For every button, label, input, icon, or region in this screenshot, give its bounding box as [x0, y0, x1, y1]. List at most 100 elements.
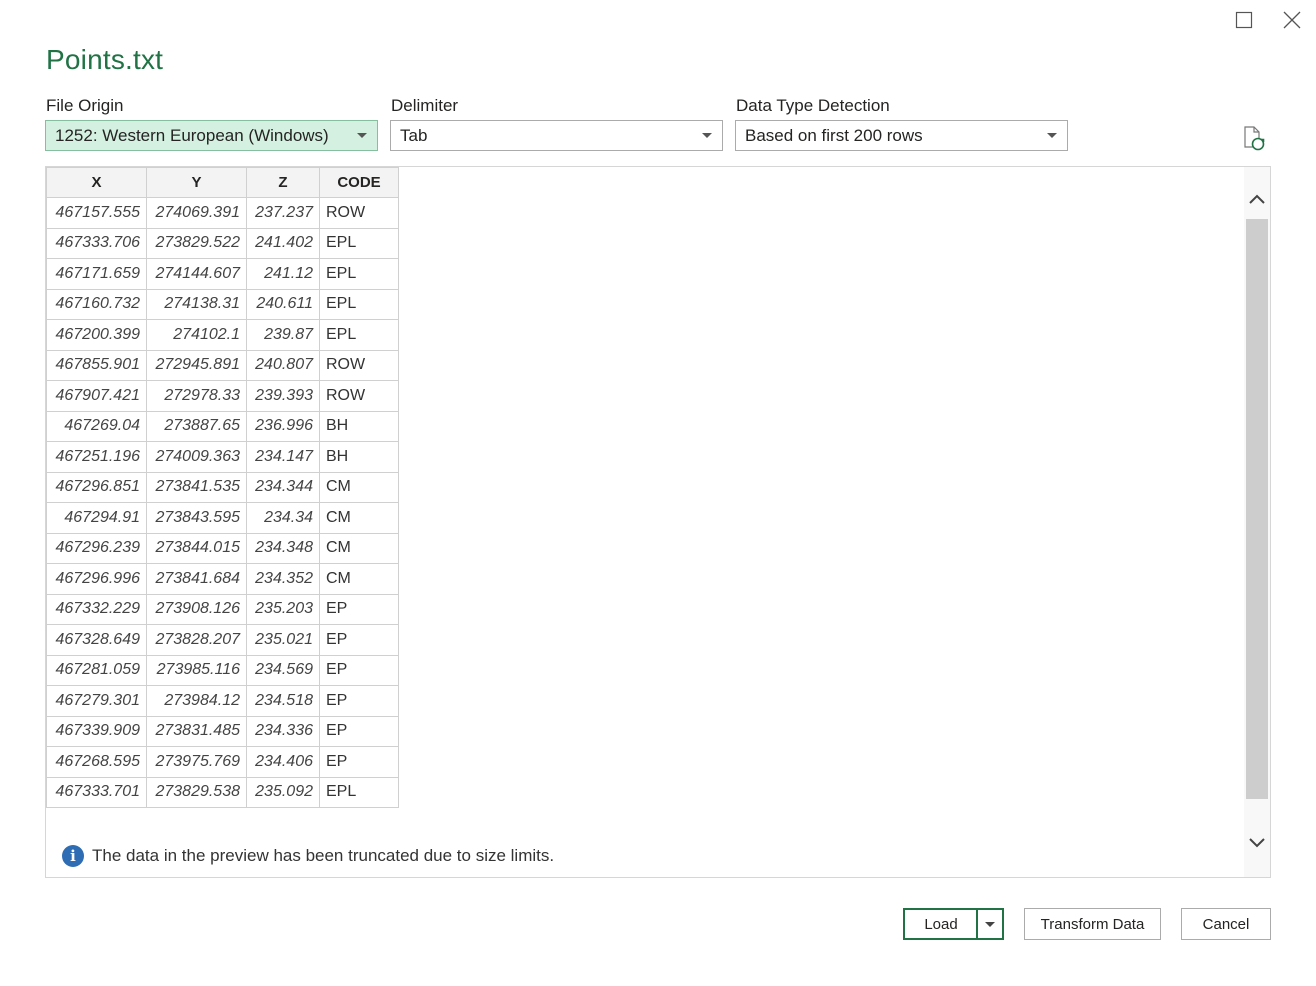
- cell-x: 467251.196: [46, 441, 147, 473]
- cell-y: 273828.207: [146, 624, 247, 656]
- cell-z: 240.611: [246, 288, 320, 320]
- data-type-detection-dropdown[interactable]: Based on first 200 rows: [735, 120, 1068, 151]
- cell-code: EP: [319, 593, 399, 625]
- cell-code: EPL: [319, 776, 399, 808]
- cell-code: CM: [319, 532, 399, 564]
- maximize-icon: [1235, 11, 1253, 29]
- cell-z: 241.12: [246, 258, 320, 290]
- cell-code: ROW: [319, 349, 399, 381]
- cell-x: 467296.239: [46, 532, 147, 564]
- cell-x: 467157.555: [46, 197, 147, 229]
- cell-code: EP: [319, 715, 399, 747]
- chevron-down-icon: [1249, 838, 1265, 848]
- cancel-button[interactable]: Cancel: [1181, 908, 1271, 940]
- table-row: 467200.399 274102.1 239.87 EPL: [46, 319, 399, 351]
- close-button[interactable]: [1276, 6, 1308, 34]
- cell-y: 273841.684: [146, 563, 247, 595]
- cell-x: 467907.421: [46, 380, 147, 412]
- cell-y: 274102.1: [146, 319, 247, 351]
- cell-x: 467296.851: [46, 471, 147, 503]
- column-header-x[interactable]: X: [46, 167, 147, 198]
- cell-y: 272978.33: [146, 380, 247, 412]
- cell-z: 235.021: [246, 624, 320, 656]
- cell-y: 272945.891: [146, 349, 247, 381]
- cell-z: 234.406: [246, 746, 320, 778]
- cell-x: 467333.706: [46, 227, 147, 259]
- table-row: 467171.659 274144.607 241.12 EPL: [46, 258, 399, 290]
- delimiter-label: Delimiter: [391, 96, 459, 115]
- truncation-notice-text: The data in the preview has been truncat…: [92, 846, 555, 865]
- cell-x: 467332.229: [46, 593, 147, 625]
- cell-code: EPL: [319, 288, 399, 320]
- chevron-down-icon: [357, 133, 367, 138]
- cell-y: 273843.595: [146, 502, 247, 534]
- scrollbar-thumb[interactable]: [1246, 219, 1268, 799]
- table-header-row: X Y Z CODE: [46, 167, 399, 198]
- vertical-scrollbar[interactable]: [1244, 167, 1270, 877]
- cell-y: 274138.31: [146, 288, 247, 320]
- delimiter-dropdown[interactable]: Tab: [390, 120, 723, 151]
- cell-code: EPL: [319, 227, 399, 259]
- cell-code: EP: [319, 654, 399, 686]
- cell-z: 234.34: [246, 502, 320, 534]
- cell-code: EP: [319, 746, 399, 778]
- cell-y: 273975.769: [146, 746, 247, 778]
- cell-z: 234.352: [246, 563, 320, 595]
- cell-y: 273887.65: [146, 410, 247, 442]
- cell-y: 273829.538: [146, 776, 247, 808]
- cell-z: 237.237: [246, 197, 320, 229]
- cell-y: 273908.126: [146, 593, 247, 625]
- file-origin-label: File Origin: [46, 96, 124, 115]
- table-row: 467296.239 273844.015 234.348 CM: [46, 532, 399, 564]
- table-row: 467907.421 272978.33 239.393 ROW: [46, 380, 399, 412]
- cell-code: EP: [319, 685, 399, 717]
- load-button[interactable]: Load: [903, 908, 977, 940]
- scroll-down-button[interactable]: [1244, 829, 1270, 857]
- cell-x: 467328.649: [46, 624, 147, 656]
- cell-code: CM: [319, 563, 399, 595]
- cell-z: 234.147: [246, 441, 320, 473]
- cell-z: 236.996: [246, 410, 320, 442]
- cell-y: 273829.522: [146, 227, 247, 259]
- cell-y: 274144.607: [146, 258, 247, 290]
- info-icon: i: [62, 845, 84, 867]
- cell-x: 467339.909: [46, 715, 147, 747]
- transform-data-button[interactable]: Transform Data: [1024, 908, 1161, 940]
- table-row: 467296.851 273841.535 234.344 CM: [46, 471, 399, 503]
- cell-x: 467281.059: [46, 654, 147, 686]
- cell-code: ROW: [319, 380, 399, 412]
- refresh-file-icon: [1244, 126, 1265, 151]
- file-origin-dropdown[interactable]: 1252: Western European (Windows): [45, 120, 378, 151]
- load-button-label: Load: [924, 915, 958, 933]
- cell-y: 273844.015: [146, 532, 247, 564]
- data-preview-panel: X Y Z CODE 467157.555 274069.391 237.237 RO…: [45, 166, 1271, 878]
- cell-code: CM: [319, 471, 399, 503]
- table-row: 467332.229 273908.126 235.203 EP: [46, 593, 399, 625]
- column-header-z[interactable]: Z: [246, 167, 320, 198]
- table-row: 467157.555 274069.391 237.237 ROW: [46, 197, 399, 229]
- cell-y: 273831.485: [146, 715, 247, 747]
- column-header-y[interactable]: Y: [146, 167, 247, 198]
- truncation-notice: i The data in the preview has been trunc…: [62, 845, 554, 867]
- cell-z: 234.336: [246, 715, 320, 747]
- cell-x: 467333.701: [46, 776, 147, 808]
- close-icon: [1283, 11, 1301, 29]
- cell-z: 239.87: [246, 319, 320, 351]
- cell-code: BH: [319, 410, 399, 442]
- chevron-down-icon: [702, 133, 712, 138]
- column-header-code[interactable]: CODE: [319, 167, 399, 198]
- cell-z: 234.518: [246, 685, 320, 717]
- table-row: 467160.732 274138.31 240.611 EPL: [46, 288, 399, 320]
- cell-y: 274069.391: [146, 197, 247, 229]
- refresh-preview-button[interactable]: [1240, 124, 1268, 152]
- data-type-detection-label: Data Type Detection: [736, 96, 890, 115]
- scroll-up-button[interactable]: [1244, 185, 1270, 213]
- cell-y: 273841.535: [146, 471, 247, 503]
- load-options-dropdown-button[interactable]: [976, 908, 1004, 940]
- cell-x: 467268.595: [46, 746, 147, 778]
- cell-z: 235.092: [246, 776, 320, 808]
- chevron-down-icon: [985, 921, 995, 927]
- maximize-button[interactable]: [1228, 6, 1260, 34]
- cell-y: 274009.363: [146, 441, 247, 473]
- cell-x: 467200.399: [46, 319, 147, 351]
